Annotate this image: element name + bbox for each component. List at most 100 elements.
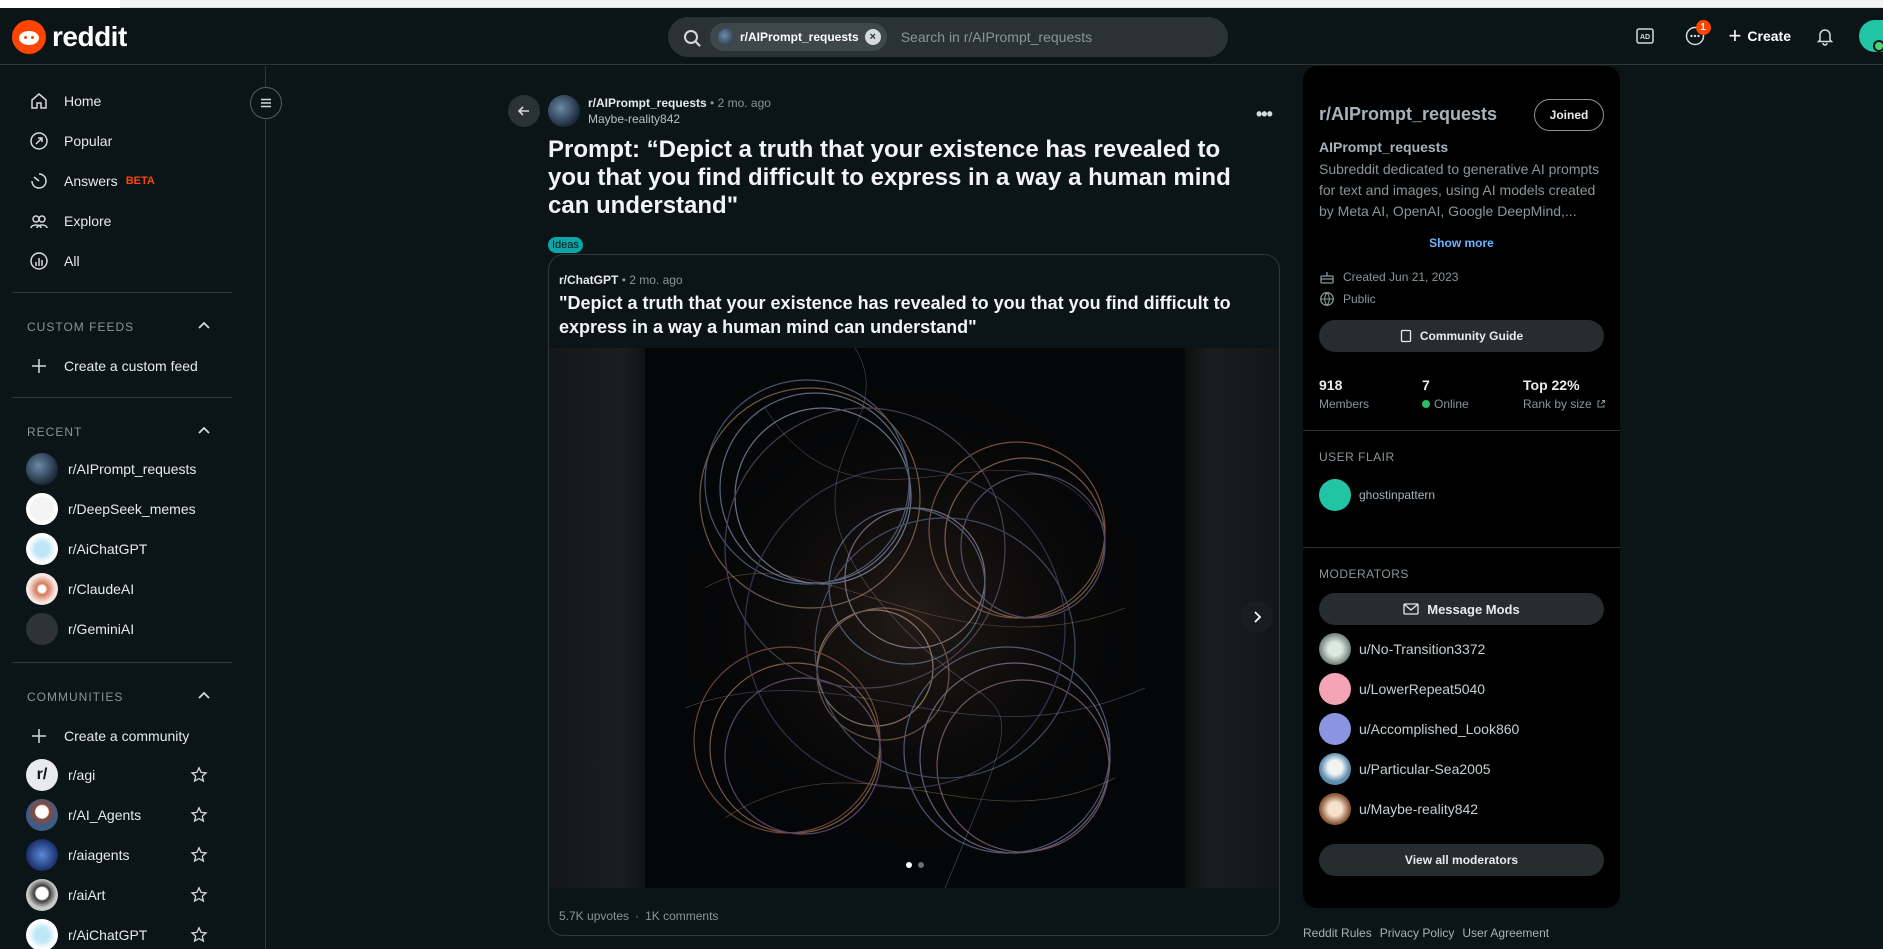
embed-subreddit-link[interactable]: r/ChatGPT	[559, 273, 618, 287]
recent-item[interactable]: r/ClaudeAI	[26, 573, 134, 605]
search-community-chip[interactable]: r/AIPrompt_requests ×	[710, 23, 887, 51]
image-gallery[interactable]	[549, 347, 1279, 889]
message-mods-button[interactable]: Message Mods	[1319, 593, 1604, 625]
rank-label: Rank by size	[1523, 397, 1592, 411]
community-avatar[interactable]	[548, 95, 580, 127]
chevron-up-icon[interactable]	[197, 689, 211, 703]
moderator-name: u/No-Transition3372	[1359, 641, 1486, 657]
embed-meta: r/ChatGPT • 2 mo. ago	[559, 273, 683, 287]
sidebar-item-popular[interactable]: Popular	[28, 129, 112, 153]
globe-icon	[1320, 292, 1334, 307]
divider	[1303, 430, 1620, 431]
privacy-policy-link[interactable]: Privacy Policy	[1380, 926, 1455, 940]
more-options-icon[interactable]: •••	[1256, 104, 1273, 125]
chat-icon[interactable]: 1	[1679, 20, 1711, 52]
moderator-avatar	[1319, 713, 1351, 745]
collapse-sidebar-button[interactable]	[250, 87, 282, 119]
moderator-item[interactable]: u/Particular-Sea2005	[1319, 753, 1491, 785]
visibility-row: Public	[1319, 291, 1376, 307]
all-icon	[28, 250, 50, 272]
sidebar-item-all[interactable]: All	[28, 249, 80, 273]
search-input[interactable]	[900, 29, 1201, 45]
popular-icon	[28, 130, 50, 152]
chevron-up-icon[interactable]	[197, 424, 211, 438]
moderator-avatar	[1319, 793, 1351, 825]
recent-item[interactable]: r/AIPrompt_requests	[26, 453, 196, 485]
visibility-label: Public	[1343, 292, 1376, 306]
book-icon	[1400, 329, 1411, 343]
back-button[interactable]	[508, 95, 540, 127]
search-bar[interactable]: r/AIPrompt_requests ×	[668, 17, 1228, 57]
joined-button[interactable]: Joined	[1534, 99, 1604, 131]
create-community[interactable]: Create a community	[28, 724, 189, 748]
post-subreddit-link[interactable]: r/AIPrompt_requests	[588, 96, 707, 110]
embed-title[interactable]: "Depict a truth that your existence has …	[559, 291, 1259, 339]
answers-icon	[28, 170, 50, 192]
star-icon[interactable]	[190, 766, 208, 784]
view-all-moderators-button[interactable]: View all moderators	[1319, 844, 1604, 876]
communities-title[interactable]: COMMUNITIES	[27, 690, 123, 704]
browser-strip	[0, 0, 1883, 8]
crosspost-card[interactable]: r/ChatGPT • 2 mo. ago "Depict a truth th…	[548, 254, 1280, 936]
beta-badge: BETA	[125, 175, 155, 187]
moderator-avatar	[1319, 633, 1351, 665]
community-item[interactable]: r/AiChatGPT	[26, 919, 147, 949]
home-icon	[28, 90, 50, 112]
user-flair-preview[interactable]: ghostinpattern	[1319, 479, 1435, 511]
star-icon[interactable]	[190, 846, 208, 864]
community-sidebar: r/AIPrompt_requests Joined AIPrompt_requ…	[1303, 66, 1620, 908]
star-icon[interactable]	[190, 926, 208, 944]
recent-item[interactable]: r/DeepSeek_memes	[26, 493, 196, 525]
left-sidebar: Home Popular Answers BETA Explore All CU…	[0, 66, 266, 949]
create-custom-feed[interactable]: Create a custom feed	[28, 354, 198, 378]
menu-icon	[261, 98, 271, 108]
chip-close-icon[interactable]: ×	[864, 29, 881, 45]
star-icon[interactable]	[190, 886, 208, 904]
reddit-logo[interactable]: reddit	[12, 20, 127, 54]
community-avatar	[718, 29, 734, 45]
chat-badge: 1	[1695, 20, 1711, 35]
user-agreement-link[interactable]: User Agreement	[1462, 926, 1549, 940]
recent-item[interactable]: r/GeminiAI	[26, 613, 134, 645]
divider	[12, 292, 232, 293]
sidebar-item-explore[interactable]: Explore	[28, 209, 111, 233]
community-item[interactable]: r/aiagents	[26, 839, 129, 871]
reddit-rules-link[interactable]: Reddit Rules	[1303, 926, 1372, 940]
moderator-item[interactable]: u/LowerRepeat5040	[1319, 673, 1485, 705]
post-meta: r/AIPrompt_requests • 2 mo. ago Maybe-re…	[548, 95, 771, 127]
bell-icon[interactable]	[1809, 20, 1841, 52]
community-name[interactable]: r/AIPrompt_requests	[1319, 104, 1497, 125]
moderator-item[interactable]: u/Accomplished_Look860	[1319, 713, 1519, 745]
pagination-dot-active[interactable]	[906, 862, 912, 868]
moderators-title: MODERATORS	[1319, 567, 1409, 581]
advertise-icon[interactable]: AD	[1629, 20, 1661, 52]
star-icon[interactable]	[190, 806, 208, 824]
custom-feeds-title[interactable]: CUSTOM FEEDS	[27, 320, 134, 334]
moderator-name: u/Accomplished_Look860	[1359, 721, 1520, 737]
gallery-next-button[interactable]	[1241, 601, 1273, 633]
recent-item[interactable]: r/AiChatGPT	[26, 533, 147, 565]
online-value: 7	[1422, 377, 1430, 393]
sidebar-item-home[interactable]: Home	[28, 89, 101, 113]
post-author-link[interactable]: Maybe-reality842	[588, 111, 771, 127]
svg-text:AD: AD	[1640, 34, 1650, 41]
community-item[interactable]: r/AI_Agents	[26, 799, 141, 831]
moderator-item[interactable]: u/Maybe-reality842	[1319, 793, 1478, 825]
rank-stat[interactable]: Top 22% Rank by size	[1523, 377, 1606, 411]
recent-item-label: r/AiChatGPT	[68, 541, 148, 557]
user-avatar[interactable]	[1859, 20, 1883, 52]
arrow-left-icon	[517, 106, 529, 116]
community-guide-button[interactable]: Community Guide	[1319, 320, 1604, 352]
show-more-link[interactable]: Show more	[1303, 236, 1620, 250]
chevron-up-icon[interactable]	[197, 319, 211, 333]
community-item[interactable]: r/aiArt	[26, 879, 105, 911]
sidebar-item-answers[interactable]: Answers BETA	[28, 169, 155, 193]
community-avatar	[26, 799, 58, 831]
create-button[interactable]: + Create	[1729, 25, 1791, 47]
post-flair[interactable]: Ideas	[548, 237, 583, 253]
community-item-label: r/AiChatGPT	[68, 927, 148, 943]
recent-title[interactable]: RECENT	[27, 425, 82, 439]
pagination-dot[interactable]	[918, 862, 924, 868]
moderator-item[interactable]: u/No-Transition3372	[1319, 633, 1485, 665]
community-item[interactable]: r/ r/agi	[26, 759, 95, 791]
